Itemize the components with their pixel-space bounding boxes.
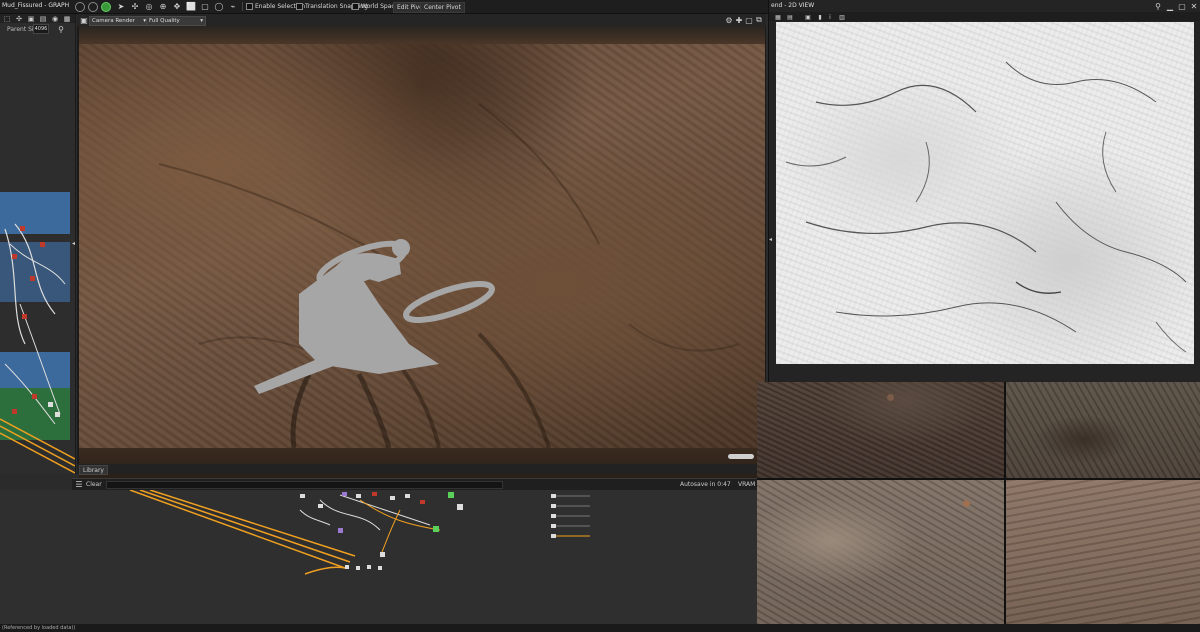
save-icon[interactable]: ▣ [803,12,813,22]
pebble [887,394,894,401]
transform-icon[interactable]: ✥ [172,1,182,11]
popout-icon[interactable]: ⧉ [754,15,764,25]
grid-icon[interactable]: ▦ [773,12,783,22]
reference-images-panel [757,382,1200,632]
chevron-down-icon: ▾ [200,18,203,24]
reference-photo-wet-mud [757,382,1004,478]
world-space-checkbox[interactable]: World Space [352,2,398,11]
2d-view-panel[interactable]: end - 2D VIEW ⚲ ▁ ▢ ✕ ▦ ▤ ▣ ▮ i ▥ ◂ [768,0,1200,382]
minimize-icon[interactable]: ▁ [1165,1,1175,11]
reference-photo-cracked-mud [757,480,1004,632]
2d-view-toolbar: ▦ ▤ ▣ ▮ i ▥ [769,12,1200,21]
viewport-render[interactable] [79,44,765,448]
autosave-status: Autosave in 0:47 [680,481,731,488]
reference-photo-tire-tracks [1006,480,1200,632]
graph-title: Mud_Fissured - GRAPH [2,2,70,9]
quality-dropdown-label: Full Quality [149,18,180,24]
material-sphere-icon[interactable] [75,2,85,12]
graph-connections [0,223,75,474]
pebble [963,500,970,507]
tab-library[interactable]: Library [79,465,108,475]
box-select-icon[interactable]: ⬜ [186,1,196,11]
camera-dropdown[interactable]: Camera Render ▾ [89,16,149,26]
plus-icon[interactable]: ✚ [734,15,744,25]
separator [242,2,243,11]
gear-icon[interactable]: ⚙ [724,15,734,25]
console-input[interactable] [106,481,503,489]
fit-icon[interactable]: ▢ [744,15,754,25]
checkbox-icon [296,3,303,10]
material-sphere-icon-2[interactable] [88,2,98,12]
console-bar: ☰ Clear Autosave in 0:47 VRAM [72,478,757,490]
scene-shadow-top [79,26,765,44]
checkbox-icon [246,3,253,10]
camera-icon[interactable]: ▣ [79,15,89,25]
viewport-scrollbar[interactable] [728,454,754,459]
clear-button[interactable]: Clear [86,481,102,488]
tile-icon[interactable]: ▤ [785,12,795,22]
rider-silhouette [254,239,495,394]
info-icon[interactable]: i [825,12,835,22]
collapse-icon[interactable]: ◂ [769,236,774,244]
select-arrow-icon[interactable]: ➤ [116,1,126,11]
rotate-gizmo-icon[interactable]: ◎ [144,1,154,11]
menu-icon[interactable]: ☰ [74,479,84,489]
heightmap-cracks [785,61,1187,353]
center-pivot-button[interactable]: Center Pivot [420,2,465,13]
maximize-icon[interactable]: ▢ [1177,1,1187,11]
output-nodes [551,494,590,538]
move-gizmo-icon[interactable]: ✣ [130,1,140,11]
checkbox-icon [352,3,359,10]
close-icon[interactable]: ✕ [1189,1,1199,11]
lasso-icon[interactable]: ◯ [214,1,224,11]
mud-render-illustration [158,103,740,448]
quality-dropdown[interactable]: Full Quality ▾ [146,16,206,26]
2d-texture-preview[interactable] [776,22,1194,364]
pin-icon[interactable]: ⚲ [1153,1,1163,11]
paint-icon[interactable]: ⌁ [228,1,238,11]
vram-indicator: VRAM [738,481,756,488]
play-icon[interactable] [101,2,111,12]
histogram-icon[interactable]: ▮ [815,12,825,22]
3d-viewport[interactable]: ▣ Camera Render ▾ Full Quality ▾ ⚙ ✚ ▢ ⧉ [72,14,766,478]
status-bar: (Referenced by loaded data)) [0,624,1200,632]
scale-gizmo-icon[interactable]: ⊕ [158,1,168,11]
bottom-graph-canvas[interactable] [0,490,757,624]
rect-select-icon[interactable]: ▢ [200,1,210,11]
reference-photo-rocky-soil [1006,382,1200,478]
status-text: (Referenced by loaded data)) [2,625,76,631]
library-tab-bar: Library [77,464,766,475]
camera-dropdown-label: Camera Render [92,18,135,24]
graph-connections-bottom [129,490,590,575]
chart-icon[interactable]: ▥ [837,12,847,22]
left-graph-panel[interactable]: ⬚ ✣ ▣ ▤ ◉ ▦ Parent Size: 4096 ⚲ [0,14,76,474]
2d-view-title: end - 2D VIEW [771,2,815,9]
viewport-header: ▣ Camera Render ▾ Full Quality ▾ ⚙ ✚ ▢ ⧉ [77,14,766,26]
collapse-left-icon[interactable]: ◂ [72,240,76,248]
